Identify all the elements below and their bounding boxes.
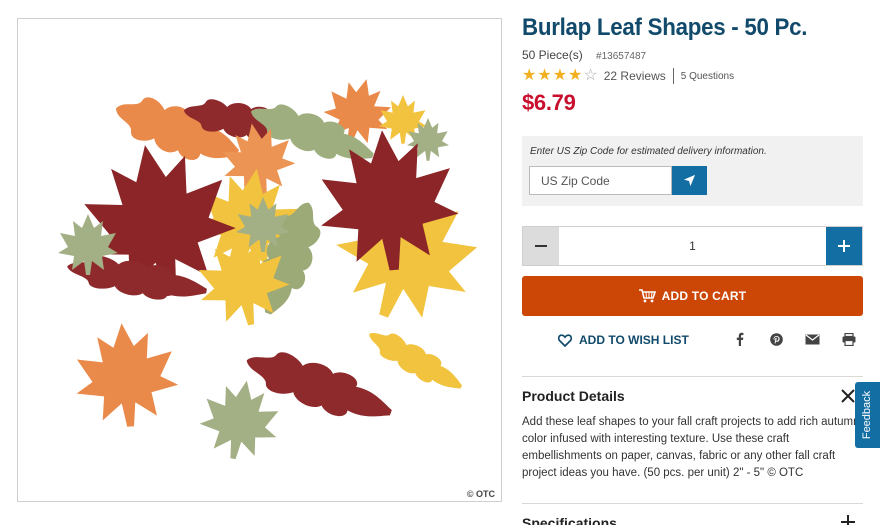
add-to-cart-label: ADD TO CART — [661, 289, 747, 303]
image-copyright: © OTC — [466, 489, 495, 499]
print-icon — [842, 332, 856, 346]
reviews-link[interactable]: 22 Reviews — [604, 69, 666, 83]
location-arrow-icon — [683, 174, 696, 187]
product-image[interactable]: © OTC — [17, 18, 502, 502]
delivery-zip-panel: Enter US Zip Code for estimated delivery… — [522, 136, 863, 206]
product-details-text: Add these leaf shapes to your fall craft… — [522, 416, 860, 479]
product-price: $6.79 — [522, 90, 576, 115]
quantity-increase-button[interactable] — [826, 227, 862, 265]
add-to-wish-list-button[interactable]: ADD TO WISH LIST — [558, 333, 689, 347]
product-sku: #13657487 — [596, 51, 647, 62]
feedback-label: Feedback — [861, 390, 874, 440]
section-divider — [522, 503, 863, 504]
add-to-cart-button[interactable]: ADD TO CART — [522, 276, 863, 316]
product-meta: 50 Piece(s) #13657487 — [522, 48, 646, 62]
rating-separator — [672, 68, 674, 84]
locate-button[interactable] — [672, 166, 707, 195]
star-filled-icon: ★ — [552, 67, 568, 84]
feedback-tab[interactable]: Feedback — [855, 382, 880, 448]
pinterest-icon — [769, 332, 783, 346]
zip-note: Enter US Zip Code for estimated delivery… — [530, 146, 767, 157]
wish-list-label: ADD TO WISH LIST — [579, 333, 689, 347]
plus-icon — [841, 515, 855, 525]
product-title: Burlap Leaf Shapes - 50 Pc. — [522, 14, 808, 41]
star-filled-icon: ★ — [568, 67, 583, 84]
minus-icon — [535, 245, 547, 247]
specifications-heading[interactable]: Specifications — [522, 515, 617, 525]
section-divider — [522, 376, 863, 377]
burlap-leaves-illustration — [58, 70, 497, 466]
expand-specifications-button[interactable] — [840, 514, 856, 525]
piece-count: 50 Piece(s) — [522, 48, 583, 62]
star-empty-icon: ☆ — [583, 67, 598, 84]
share-facebook-button[interactable] — [734, 331, 746, 347]
collapse-details-button[interactable] — [840, 388, 856, 404]
heart-icon — [558, 333, 572, 347]
close-icon — [841, 389, 855, 403]
star-filled-icon: ★ — [522, 67, 537, 84]
star-rating[interactable]: ★ ★ ★ ★ ☆ — [522, 68, 598, 84]
plus-icon — [838, 240, 850, 252]
quantity-value[interactable]: 1 — [559, 227, 826, 265]
print-button[interactable] — [841, 331, 857, 347]
facebook-icon — [736, 332, 744, 346]
email-icon — [805, 334, 819, 344]
quantity-stepper: 1 — [522, 226, 863, 266]
star-filled-icon: ★ — [537, 67, 552, 84]
cart-icon — [638, 289, 656, 303]
questions-link[interactable]: 5 Questions — [681, 71, 734, 82]
zip-code-input[interactable] — [529, 166, 672, 195]
rating-row: ★ ★ ★ ★ ☆ 22 Reviews 5 Questions — [522, 68, 734, 84]
share-pinterest-button[interactable] — [769, 331, 783, 347]
quantity-decrease-button[interactable] — [523, 227, 559, 265]
product-details-heading[interactable]: Product Details — [522, 388, 625, 404]
share-email-button[interactable] — [804, 331, 820, 347]
